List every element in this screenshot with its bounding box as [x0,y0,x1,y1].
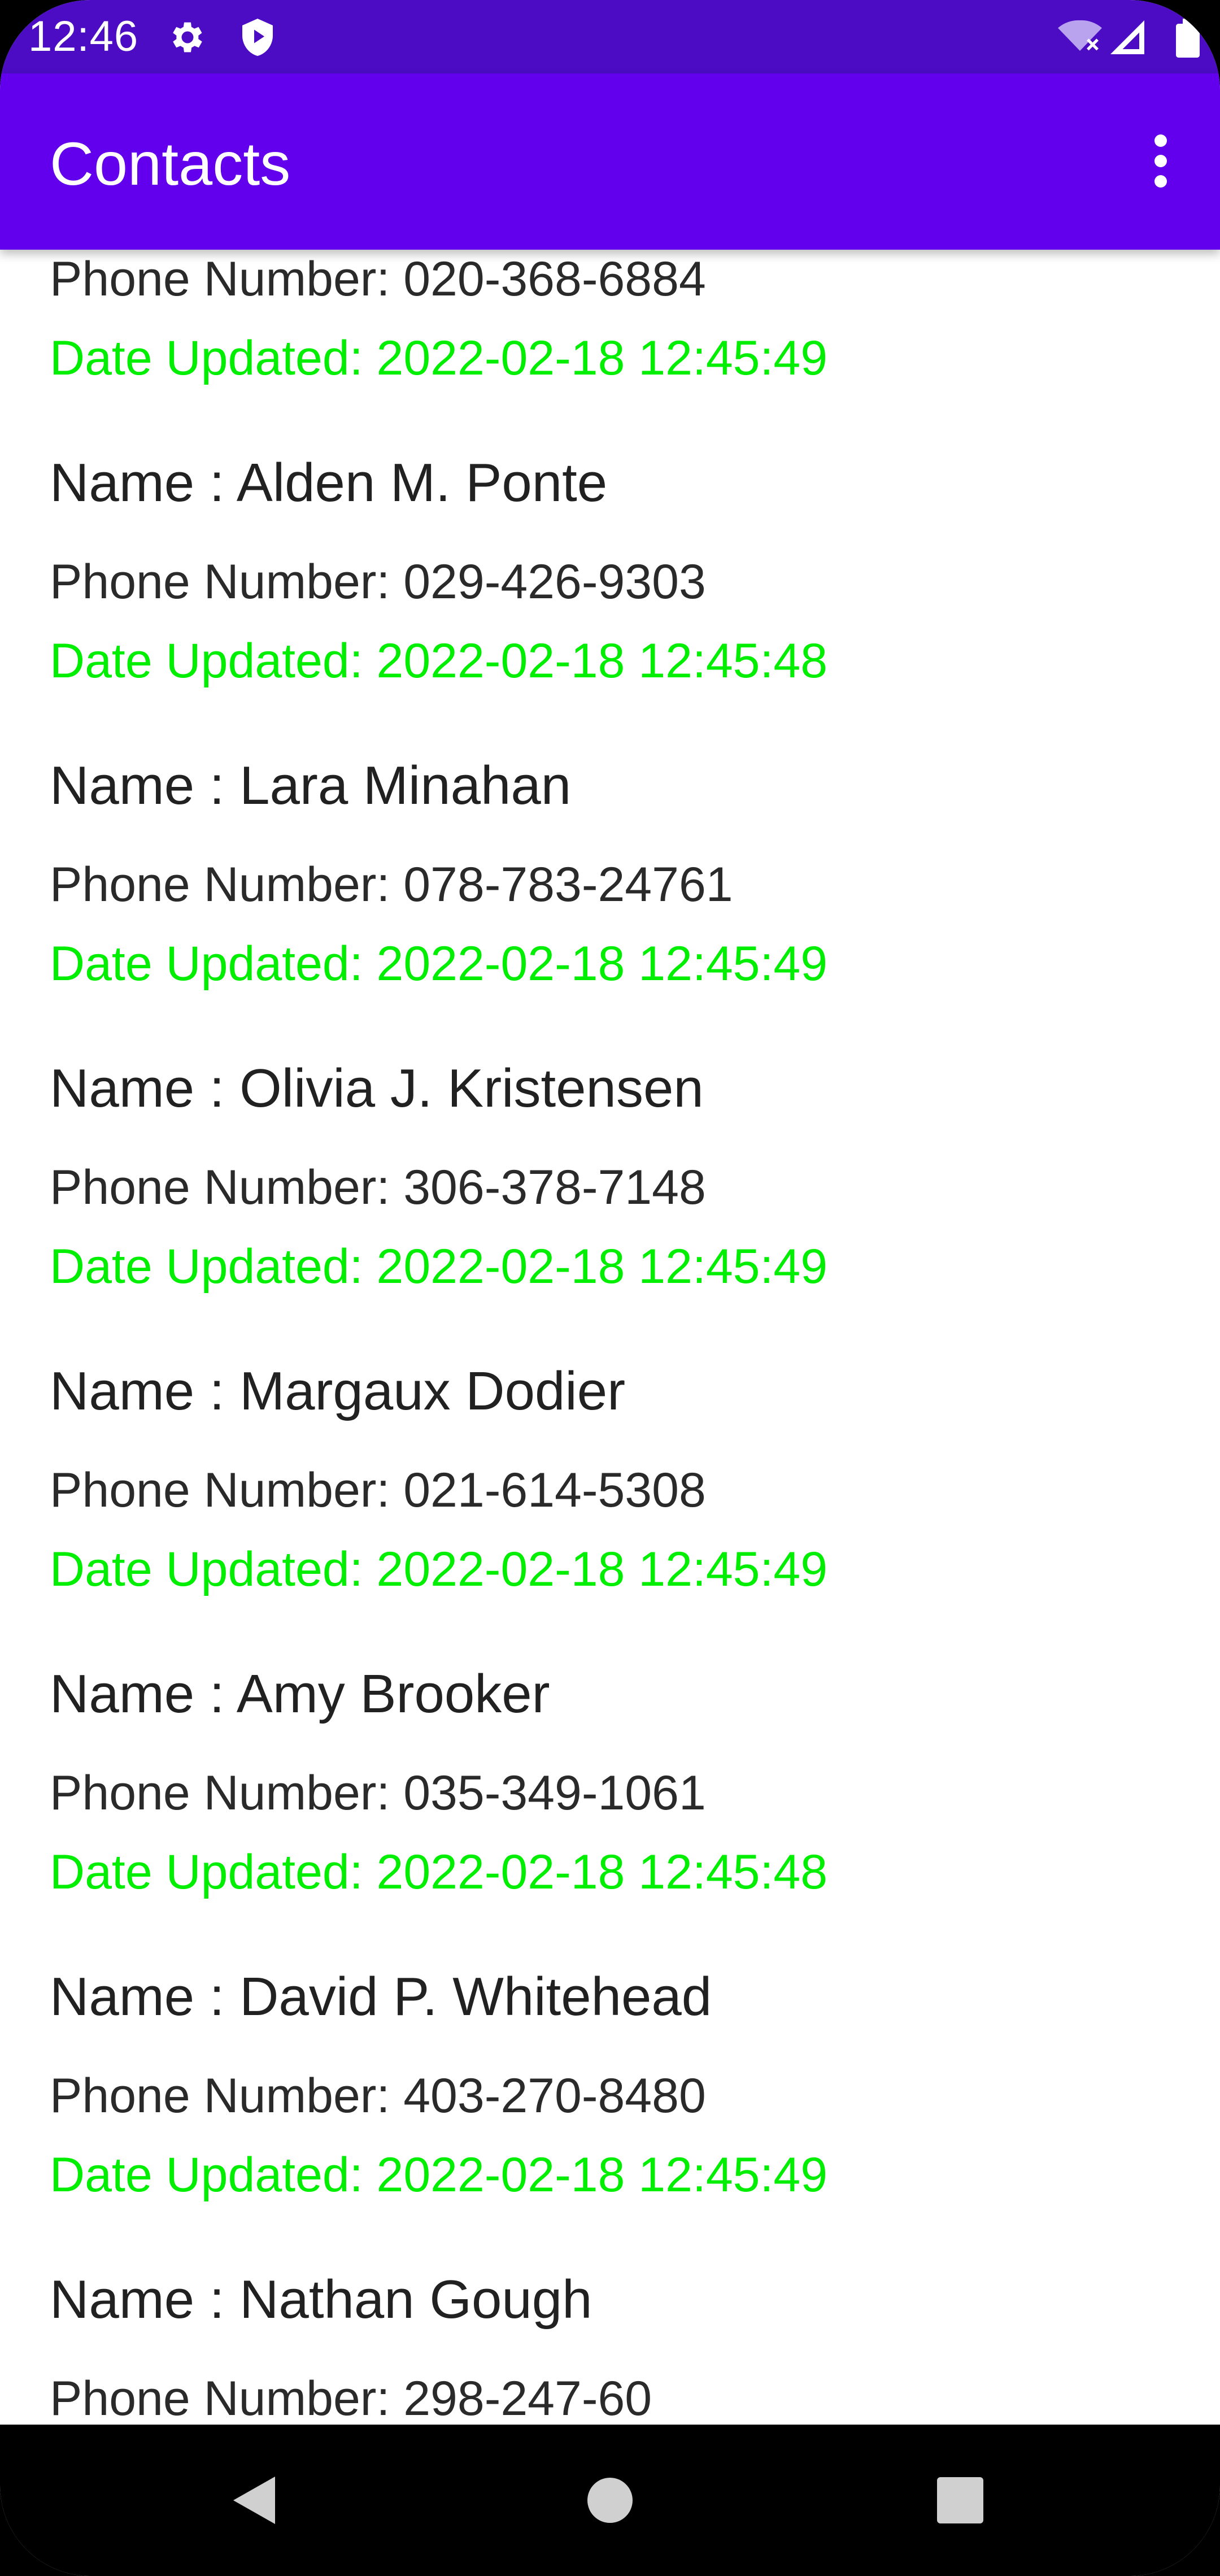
recents-icon[interactable] [921,2461,1000,2540]
list-item[interactable]: Name : David P. Whitehead Phone Number: … [50,1966,1168,2202]
gear-icon [167,17,208,58]
contact-phone: Phone Number: 029-426-9303 [50,555,706,609]
contact-date-updated: Date Updated: 2022-02-18 12:45:49 [50,1239,828,1294]
contact-phone: Phone Number: 078-783-24761 [50,858,733,912]
list-item[interactable]: Name : Alden M. Ponte Phone Number: 029-… [50,452,1168,688]
contact-phone: Phone Number: 298-247-60 [50,2372,652,2425]
contact-phone: Phone Number: 020-368-6884 [50,252,706,306]
phone-screen: 12:46 Contacts Phone Number: 020-368-688… [0,0,1220,2576]
list-item[interactable]: Name : Lara Minahan Phone Number: 078-78… [50,755,1168,991]
contact-name: Name : Amy Brooker [50,1664,550,1724]
wifi-off-icon [1056,17,1104,58]
contact-name: Name : Olivia J. Kristensen [50,1058,704,1119]
contact-phone: Phone Number: 306-378-7148 [50,1160,706,1215]
app-bar: Contacts [0,73,1220,250]
list-item[interactable]: Name : Margaux Dodier Phone Number: 021-… [50,1360,1168,1596]
contact-phone: Phone Number: 403-270-8480 [50,2069,706,2123]
contact-name: Name : Alden M. Ponte [50,452,608,513]
app-title: Contacts [50,129,291,198]
home-icon[interactable] [570,2461,650,2540]
shield-play-icon [237,17,278,58]
more-vert-icon[interactable] [1124,119,1197,203]
list-item[interactable]: Name : Olivia J. Kristensen Phone Number… [50,1058,1168,1294]
contact-date-updated: Date Updated: 2022-02-18 12:45:49 [50,331,828,385]
contact-date-updated: Date Updated: 2022-02-18 12:45:49 [50,937,828,991]
contact-phone: Phone Number: 035-349-1061 [50,1766,706,1820]
navigation-bar [0,2425,1220,2576]
contacts-list[interactable]: Phone Number: 020-368-6884 Date Updated:… [0,250,1220,2425]
list-item[interactable]: Name : Amy Brooker Phone Number: 035-349… [50,1663,1168,1899]
contact-date-updated: Date Updated: 2022-02-18 12:45:49 [50,2148,828,2202]
contact-phone: Phone Number: 021-614-5308 [50,1463,706,1517]
status-bar: 12:46 [0,0,1220,73]
contact-name: Name : Margaux Dodier [50,1361,626,1421]
contact-date-updated: Date Updated: 2022-02-18 12:45:49 [50,1542,828,1596]
contact-date-updated: Date Updated: 2022-02-18 12:45:48 [50,634,828,688]
contact-date-updated: Date Updated: 2022-02-18 12:45:48 [50,1845,828,1899]
back-icon[interactable] [215,2461,294,2540]
contact-name: Name : David P. Whitehead [50,1966,712,2027]
cellular-signal-icon [1107,17,1148,58]
battery-icon [1169,17,1203,58]
status-time: 12:46 [28,12,139,60]
contact-name: Name : Nathan Gough [50,2269,592,2330]
list-item[interactable]: Name : Nathan Gough Phone Number: 298-24… [50,2269,1168,2425]
contact-name: Name : Lara Minahan [50,755,572,816]
